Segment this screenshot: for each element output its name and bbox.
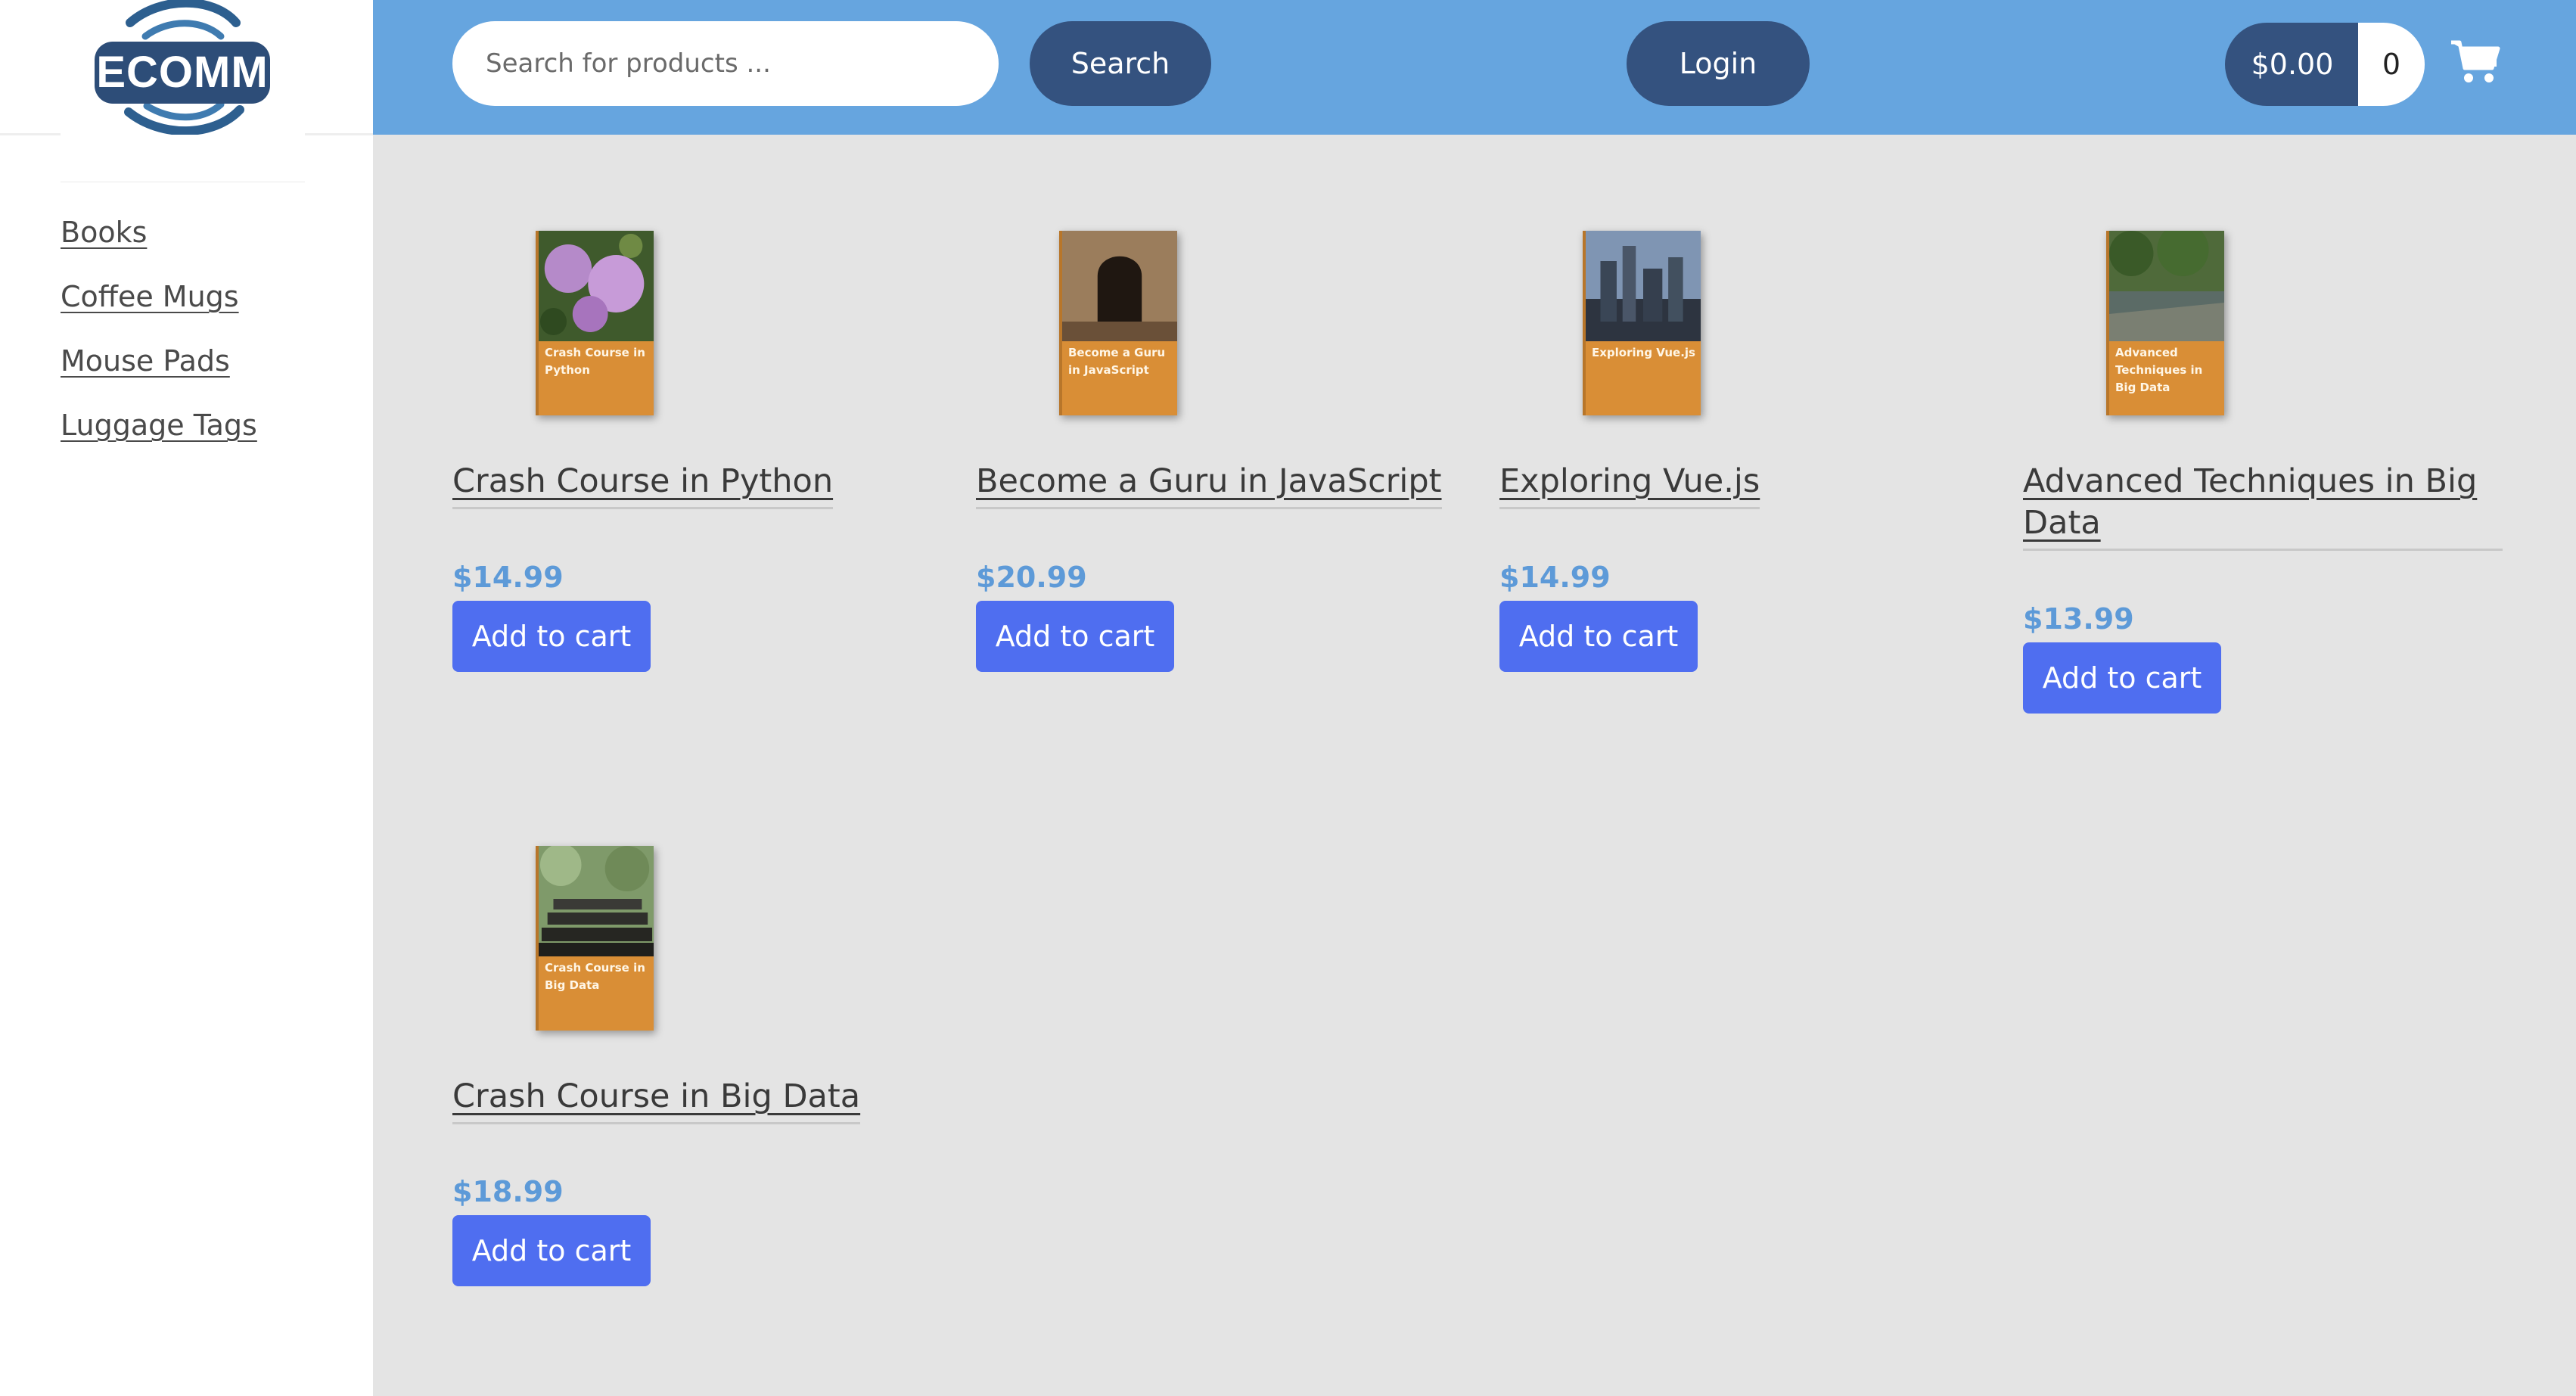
book-cover-title: Advanced Techniques in Big Data — [2115, 346, 2203, 394]
shopping-cart-icon[interactable] — [2450, 38, 2501, 85]
login-button[interactable]: Login — [1627, 21, 1810, 106]
product-title-link[interactable]: Advanced Techniques in Big Data — [2023, 461, 2503, 551]
book-cover-title: Exploring Vue.js — [1592, 346, 1695, 359]
search-input[interactable] — [452, 21, 999, 106]
product-price: $14.99 — [452, 561, 564, 594]
add-to-cart-button[interactable]: Add to cart — [2023, 642, 2221, 714]
book-cover-title: Crash Course in Big Data — [545, 961, 645, 992]
book-cover-title: Become a Guru in JavaScript — [1068, 346, 1166, 377]
stone-steps-photo — [539, 846, 654, 956]
product-title-link[interactable]: Crash Course in Big Data — [452, 1076, 861, 1124]
product-image[interactable]: Crash Course in Big Data — [536, 846, 654, 1031]
cart-total[interactable]: $0.00 — [2225, 23, 2360, 106]
flower-photo — [539, 231, 654, 341]
sidebar: ECOMM Books Coffee Mugs Mouse Pads Lugga… — [0, 0, 373, 1396]
category-link-mouse-pads[interactable]: Mouse Pads — [61, 344, 230, 378]
add-to-cart-button[interactable]: Add to cart — [452, 601, 651, 672]
product-image[interactable]: Become a Guru in JavaScript — [1059, 231, 1177, 415]
book-cover-title: Crash Course in Python — [545, 346, 645, 377]
cart-count[interactable]: 0 — [2358, 23, 2425, 106]
logo: ECOMM — [95, 42, 270, 104]
add-to-cart-button[interactable]: Add to cart — [976, 601, 1174, 672]
logo-container[interactable]: ECOMM — [61, 0, 305, 182]
category-link-coffee-mugs[interactable]: Coffee Mugs — [61, 280, 239, 313]
search-button[interactable]: Search — [1030, 21, 1211, 106]
product-image[interactable]: Exploring Vue.js — [1583, 231, 1701, 415]
product-image[interactable]: Crash Course in Python — [536, 231, 654, 415]
add-to-cart-button[interactable]: Add to cart — [452, 1215, 651, 1286]
product-price: $14.99 — [1499, 561, 1611, 594]
category-list: Books Coffee Mugs Mouse Pads Luggage Tag… — [61, 216, 257, 473]
river-photo — [2109, 231, 2224, 341]
top-header: Search Login $0.00 0 — [373, 0, 2576, 135]
product-price: $20.99 — [976, 561, 1087, 594]
product-title-link[interactable]: Become a Guru in JavaScript — [976, 461, 1442, 509]
product-image[interactable]: Advanced Techniques in Big Data — [2106, 231, 2224, 415]
category-link-books[interactable]: Books — [61, 216, 147, 249]
product-price: $13.99 — [2023, 602, 2134, 636]
product-title-link[interactable]: Exploring Vue.js — [1499, 461, 1760, 509]
category-link-luggage-tags[interactable]: Luggage Tags — [61, 409, 257, 442]
product-title-link[interactable]: Crash Course in Python — [452, 461, 834, 509]
product-price: $18.99 — [452, 1175, 564, 1208]
archway-photo — [1062, 231, 1177, 341]
city-skyline-photo — [1586, 231, 1701, 341]
add-to-cart-button[interactable]: Add to cart — [1499, 601, 1698, 672]
